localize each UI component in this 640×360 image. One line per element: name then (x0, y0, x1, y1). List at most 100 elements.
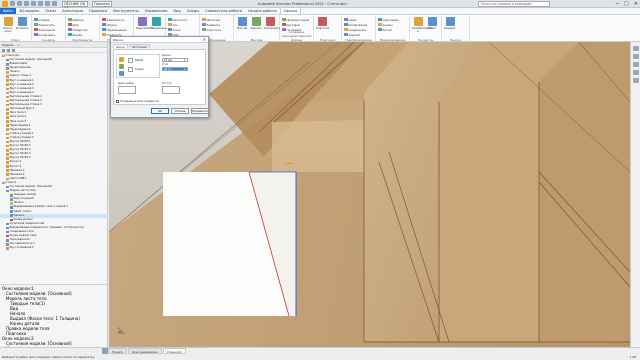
tree-node[interactable]: Брус основания:5 (0, 246, 108, 250)
tool-icon (137, 17, 147, 26)
tool-icon (68, 22, 72, 27)
ribbon-small-button[interactable]: Зеркало (344, 32, 367, 37)
distance-mode-icon[interactable] (119, 57, 124, 62)
undo-icon[interactable] (31, 1, 36, 6)
ribbon-button[interactable]: Копировать (264, 17, 280, 35)
ribbon-small-column: Шаблон Шов Отверстие Резьба (68, 17, 88, 37)
cancel-button[interactable]: Отмена (171, 108, 189, 114)
tree-node-icon (6, 95, 9, 99)
tool-icon (344, 32, 348, 37)
ribbon-group-10: Сдвиг Копирование Соединение Зеркало Преобра… (342, 15, 376, 42)
ribbon-small-button[interactable]: Резьба (68, 32, 88, 37)
faces-select-button[interactable] (128, 67, 133, 72)
redo-icon[interactable] (38, 1, 43, 6)
tab-7[interactable]: Вид (170, 8, 183, 14)
ribbon-button[interactable]: Зависимость (136, 17, 154, 35)
ribbon-button[interactable]: Начать эскиз (2, 17, 14, 35)
close-button[interactable]: ✕ (634, 1, 638, 7)
tab-8[interactable]: Среды (184, 8, 202, 14)
tab-3[interactable]: Аннотации (59, 8, 86, 14)
apply-button[interactable]: Применить (191, 108, 209, 114)
tree-node-icon (6, 185, 9, 189)
ribbon-button[interactable]: Пакет (426, 17, 438, 35)
two-distances-mode-icon[interactable] (119, 71, 124, 76)
tree-node-icon (10, 193, 13, 197)
chevron-down-icon[interactable]: ▾ (184, 59, 187, 62)
ribbon-button[interactable]: Массив (236, 17, 248, 35)
edge-chain-label: Цепь ребер (118, 82, 134, 85)
document-tab[interactable]: Окно деревянное (127, 348, 162, 354)
browser-tab-add[interactable]: + (17, 42, 20, 47)
ribbon-button[interactable]: Соединение (150, 17, 167, 35)
edges-select-button[interactable] (128, 58, 133, 63)
distance-angle-mode-icon[interactable] (119, 64, 124, 69)
new-icon[interactable] (10, 1, 15, 6)
preserve-all-features-checkbox[interactable]: Сохранение всех элементов (116, 100, 159, 103)
home-icon[interactable] (45, 1, 50, 6)
material-selector[interactable]: ЛЕСНИК (В) 10 (62, 1, 88, 11)
title-bar: ЛЕСНИК (В) 10 Пролеты Autodesk Inventor … (0, 0, 640, 11)
tab-9[interactable]: Совместная работа (202, 8, 245, 14)
zoom-icon[interactable] (633, 62, 639, 67)
tab-chamfer[interactable]: Фаска (113, 44, 128, 49)
checkbox-box[interactable] (116, 100, 119, 103)
browser-tree: Стена.iam Состояния модели: [Основной] Вза… (0, 54, 108, 284)
tab-2[interactable]: Эскиз (42, 8, 59, 14)
pan-icon[interactable] (633, 54, 639, 59)
inventor-logo-icon[interactable] (2, 1, 8, 7)
ribbon-small-button[interactable]: Зависимость (102, 17, 127, 22)
distance-input[interactable]: 15 мм ▾ (162, 58, 188, 62)
angle-input[interactable]: 45 гр ▾ (162, 67, 188, 71)
ribbon-small-button[interactable]: Расчет (378, 27, 398, 32)
tab-4[interactable]: Проверка (86, 8, 110, 14)
open-icon[interactable] (17, 1, 22, 6)
orbit-icon[interactable] (633, 70, 639, 75)
dialog-title-bar[interactable]: Фаска ✕ (111, 37, 208, 43)
chevron-down-icon[interactable]: ▾ (184, 68, 187, 71)
tab-0[interactable]: Файл (0, 8, 16, 14)
ribbon-small-button[interactable]: Упростить (202, 27, 221, 32)
tree-node-icon (6, 148, 9, 152)
document-tab[interactable]: Начало (108, 348, 127, 354)
dialog-close-icon[interactable]: ✕ (203, 37, 206, 43)
setback-options[interactable] (162, 86, 180, 94)
help-search-input[interactable]: Поиск по справке и командам (478, 1, 550, 7)
minimize-button[interactable]: ─ (616, 1, 619, 7)
ribbon-button[interactable]: Преобразовать в (412, 17, 433, 35)
tab-partial[interactable]: Частичная (128, 44, 150, 49)
ribbon-button-label: Возврат (444, 27, 456, 30)
browser-tab-model[interactable]: Модель (2, 42, 14, 47)
ribbon-button[interactable]: Возврат (444, 17, 456, 35)
tab-5[interactable]: Инструменты (110, 8, 142, 14)
tool-icon (413, 17, 423, 26)
update-icon[interactable] (52, 1, 57, 6)
look-at-icon[interactable] (633, 78, 639, 83)
tab-11[interactable]: Сварка (279, 8, 302, 14)
ribbon-small-button[interactable]: Копировать (34, 32, 55, 37)
ribbon-button-label: Начать эскиз (3, 27, 13, 33)
ribbon-small-label: Зеркальное (38, 27, 56, 32)
document-tab[interactable]: Стена.iam (162, 348, 186, 354)
ribbon-small-button[interactable]: Перемещение (102, 27, 127, 32)
menu-icon[interactable] (12, 48, 15, 52)
tree-node-icon (6, 83, 9, 86)
steering-wheel-icon[interactable] (633, 46, 639, 51)
ribbon-small-label: Оболочка (206, 17, 221, 22)
tree-node-icon (6, 91, 9, 95)
filter-icon[interactable] (2, 48, 5, 52)
appearance-selector[interactable]: Пролеты (92, 1, 112, 7)
edge-chain-options[interactable] (118, 86, 136, 94)
ribbon-button[interactable]: Вставить (16, 17, 29, 35)
tab-10[interactable]: Начало работы (245, 8, 280, 14)
tab-1[interactable]: 3D-модель (16, 8, 42, 14)
tree-node-icon (6, 153, 9, 156)
tab-6[interactable]: Управление (142, 8, 171, 14)
ribbon-button-label: Вставить (16, 27, 29, 30)
ribbon-button[interactable]: Зеркало (250, 17, 262, 35)
ribbon-button[interactable]: Подгонка (316, 17, 329, 35)
save-icon[interactable] (24, 1, 29, 6)
search-icon[interactable] (7, 48, 10, 52)
ribbon-small-button[interactable]: Прямоугольный (282, 17, 309, 22)
ok-button[interactable]: ОК (151, 108, 169, 114)
maximize-button[interactable]: □ (624, 1, 629, 7)
